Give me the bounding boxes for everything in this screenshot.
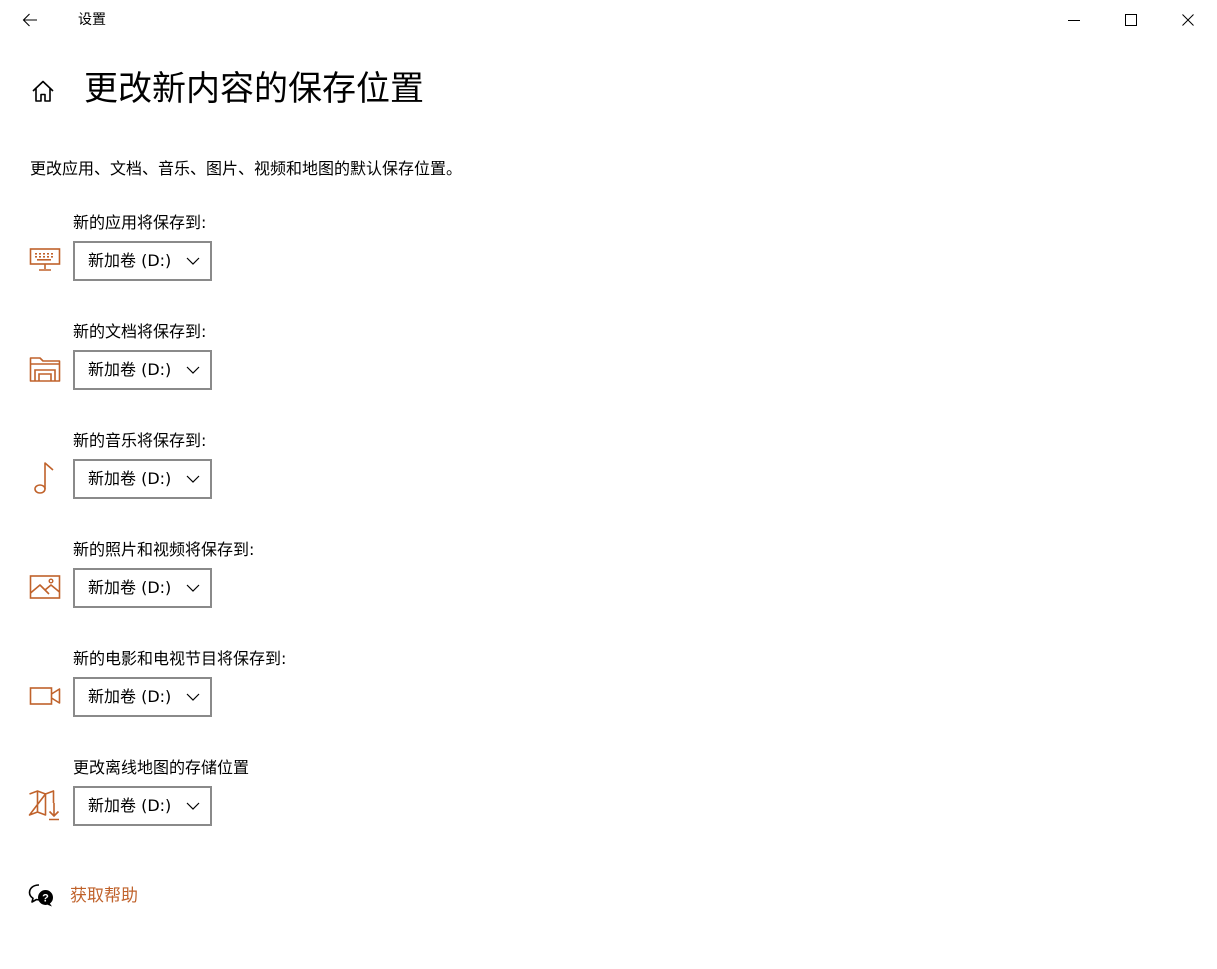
- setting-label: 新的应用将保存到:: [73, 213, 207, 232]
- chevron-down-icon: [186, 475, 200, 483]
- setting-label: 新的电影和电视节目将保存到:: [73, 649, 287, 668]
- video-camera-icon: [28, 679, 62, 713]
- chevron-down-icon: [186, 584, 200, 592]
- setting-photos-videos: 新的照片和视频将保存到: 新加卷 (D:): [0, 539, 700, 629]
- home-button[interactable]: [26, 74, 60, 108]
- close-button[interactable]: [1160, 0, 1216, 40]
- setting-offline-maps: 更改离线地图的存储位置 新加卷 (D:): [0, 757, 700, 847]
- dropdown-value: 新加卷 (D:): [88, 251, 172, 270]
- setting-movies-tv: 新的电影和电视节目将保存到: 新加卷 (D:): [0, 648, 700, 738]
- setting-label: 新的音乐将保存到:: [73, 431, 207, 450]
- get-help-link[interactable]: 获取帮助: [70, 885, 138, 907]
- home-icon: [32, 80, 54, 102]
- close-icon: [1182, 14, 1194, 26]
- map-download-icon: [28, 788, 62, 822]
- back-button[interactable]: [10, 0, 50, 40]
- svg-text:?: ?: [42, 893, 49, 905]
- chevron-down-icon: [186, 257, 200, 265]
- apps-location-dropdown[interactable]: 新加卷 (D:): [73, 241, 212, 281]
- setting-documents: 新的文档将保存到: 新加卷 (D:): [0, 321, 700, 411]
- minimize-icon: [1068, 20, 1080, 21]
- documents-location-dropdown[interactable]: 新加卷 (D:): [73, 350, 212, 390]
- chevron-down-icon: [186, 802, 200, 810]
- dropdown-value: 新加卷 (D:): [88, 687, 172, 706]
- setting-label: 新的文档将保存到:: [73, 322, 207, 341]
- setting-label: 新的照片和视频将保存到:: [73, 540, 255, 559]
- maximize-icon: [1125, 14, 1137, 26]
- folder-documents-icon: [28, 352, 62, 386]
- minimize-button[interactable]: [1046, 0, 1102, 40]
- movies-location-dropdown[interactable]: 新加卷 (D:): [73, 677, 212, 717]
- chevron-down-icon: [186, 366, 200, 374]
- music-location-dropdown[interactable]: 新加卷 (D:): [73, 459, 212, 499]
- help-chat-icon[interactable]: ?: [28, 882, 54, 908]
- dropdown-value: 新加卷 (D:): [88, 578, 172, 597]
- picture-icon: [28, 570, 62, 604]
- photos-location-dropdown[interactable]: 新加卷 (D:): [73, 568, 212, 608]
- dropdown-value: 新加卷 (D:): [88, 796, 172, 815]
- dropdown-value: 新加卷 (D:): [88, 360, 172, 379]
- get-help: ? 获取帮助: [28, 882, 228, 912]
- window-title: 设置: [78, 12, 106, 28]
- maximize-button[interactable]: [1103, 0, 1159, 40]
- page-title: 更改新内容的保存位置: [84, 69, 424, 109]
- maps-location-dropdown[interactable]: 新加卷 (D:): [73, 786, 212, 826]
- title-bar: 设置: [0, 0, 1217, 40]
- setting-label: 更改离线地图的存储位置: [73, 758, 250, 777]
- back-arrow-icon: [22, 13, 37, 27]
- page-description: 更改应用、文档、音乐、图片、视频和地图的默认保存位置。: [30, 159, 463, 178]
- music-note-icon: [28, 461, 62, 495]
- chevron-down-icon: [186, 693, 200, 701]
- monitor-keyboard-icon: [28, 243, 62, 277]
- setting-apps: 新的应用将保存到: 新加卷 (D:): [0, 212, 700, 302]
- dropdown-value: 新加卷 (D:): [88, 469, 172, 488]
- setting-music: 新的音乐将保存到: 新加卷 (D:): [0, 430, 700, 520]
